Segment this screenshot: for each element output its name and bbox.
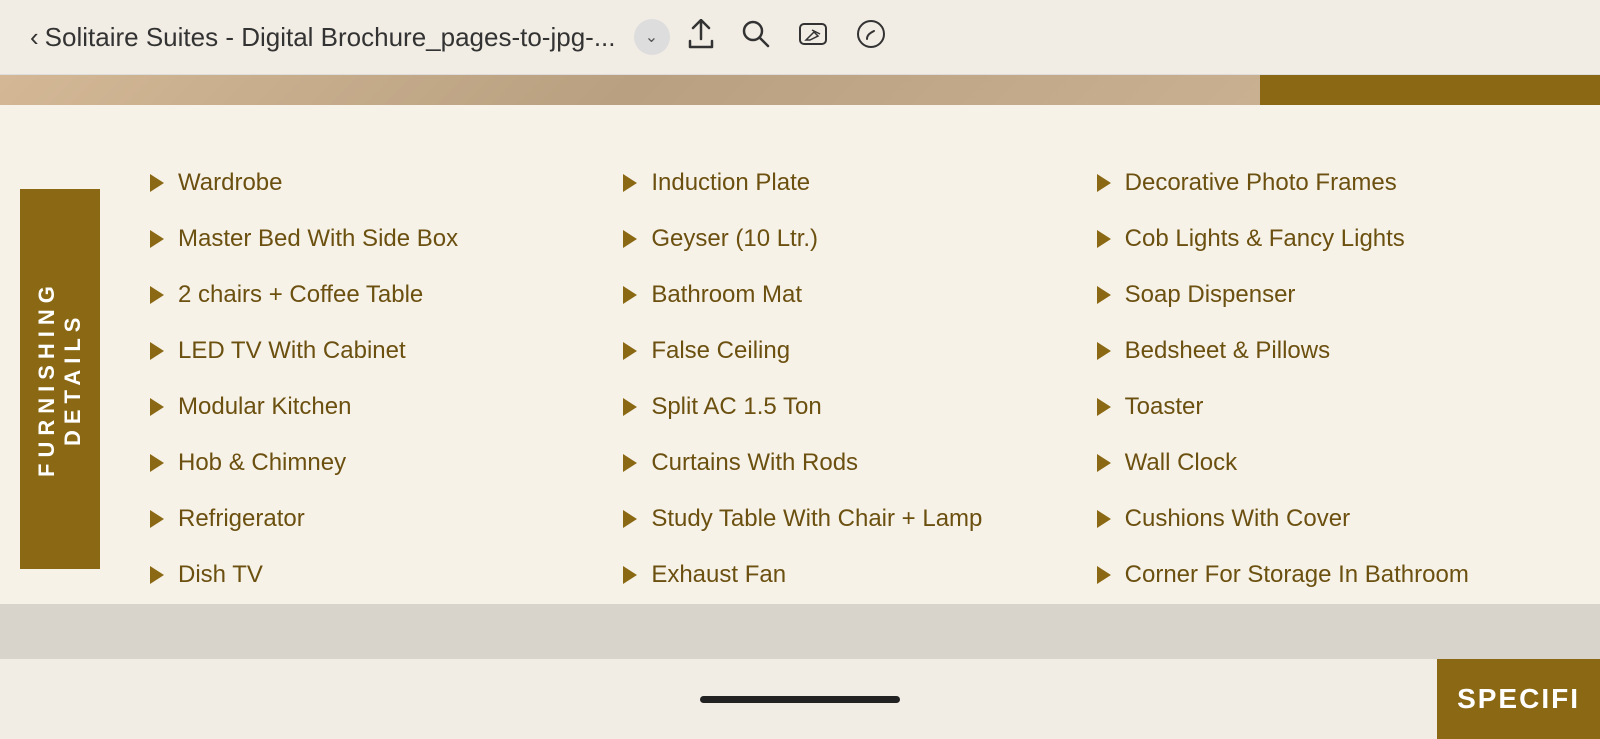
- item-label: Decorative Photo Frames: [1125, 169, 1397, 197]
- bullet-icon: [150, 510, 164, 528]
- item-label: Wardrobe: [178, 169, 282, 197]
- bullet-icon: [623, 286, 637, 304]
- bottom-divider-strip: [0, 604, 1600, 659]
- image-strip-right: [1260, 75, 1600, 105]
- bullet-icon: [623, 454, 637, 472]
- bullet-icon: [150, 286, 164, 304]
- image-strip: [0, 75, 1600, 105]
- furnishing-lists: Wardrobe Master Bed With Side Box 2 chai…: [130, 145, 1570, 613]
- bullet-icon: [1097, 342, 1111, 360]
- list-item: Wardrobe: [150, 155, 623, 211]
- list-item: Wall Clock: [1097, 435, 1570, 491]
- specifi-label: SPECIFI: [1457, 683, 1580, 715]
- item-label: Geyser (10 Ltr.): [651, 225, 818, 253]
- bullet-icon: [1097, 230, 1111, 248]
- item-label: Toaster: [1125, 393, 1204, 421]
- bullet-icon: [150, 566, 164, 584]
- list-item: Bedsheet & Pillows: [1097, 323, 1570, 379]
- search-icon[interactable]: [742, 20, 770, 55]
- list-item: Master Bed With Side Box: [150, 211, 623, 267]
- list-item: Split AC 1.5 Ton: [623, 379, 1096, 435]
- specifi-badge: SPECIFI: [1437, 659, 1600, 739]
- home-indicator: [700, 696, 900, 703]
- bullet-icon: [623, 174, 637, 192]
- item-label: Soap Dispenser: [1125, 281, 1296, 309]
- bullet-icon: [150, 174, 164, 192]
- item-label: Bedsheet & Pillows: [1125, 337, 1330, 365]
- list-item: Cushions With Cover: [1097, 491, 1570, 547]
- list-item: Corner For Storage In Bathroom: [1097, 547, 1570, 603]
- bullet-icon: [623, 398, 637, 416]
- browser-bar: ‹ Solitaire Suites - Digital Brochure_pa…: [0, 0, 1600, 75]
- item-label: Dish TV: [178, 561, 263, 589]
- list-item: 2 chairs + Coffee Table: [150, 267, 623, 323]
- list-item: Exhaust Fan: [623, 547, 1096, 603]
- share-icon[interactable]: [688, 19, 714, 56]
- list-column-3: Decorative Photo Frames Cob Lights & Fan…: [1097, 145, 1570, 613]
- bullet-icon: [623, 566, 637, 584]
- bullet-icon: [623, 510, 637, 528]
- bullet-icon: [150, 398, 164, 416]
- list-item: Geyser (10 Ltr.): [623, 211, 1096, 267]
- bullet-icon: [1097, 454, 1111, 472]
- back-chevron: ‹: [30, 22, 39, 53]
- bottom-bar: SPECIFI: [0, 659, 1600, 739]
- item-label: Split AC 1.5 Ton: [651, 393, 821, 421]
- bullet-icon: [150, 454, 164, 472]
- annotate-icon[interactable]: [856, 19, 886, 56]
- item-label: Refrigerator: [178, 505, 305, 533]
- item-label: Cushions With Cover: [1125, 505, 1350, 533]
- furnishing-details-label: FURNISHING DETAILS: [20, 189, 100, 569]
- list-item: Hob & Chimney: [150, 435, 623, 491]
- list-column-2: Induction Plate Geyser (10 Ltr.) Bathroo…: [623, 145, 1096, 613]
- item-label: Corner For Storage In Bathroom: [1125, 561, 1469, 589]
- chevron-down-icon: ⌄: [645, 27, 658, 47]
- bullet-icon: [1097, 286, 1111, 304]
- list-item: Bathroom Mat: [623, 267, 1096, 323]
- vertical-label-container: FURNISHING DETAILS: [0, 145, 120, 613]
- list-item: Refrigerator: [150, 491, 623, 547]
- main-content: FURNISHING DETAILS Wardrobe Master Bed W…: [0, 105, 1600, 643]
- item-label: Study Table With Chair + Lamp: [651, 505, 982, 533]
- list-item: Cob Lights & Fancy Lights: [1097, 211, 1570, 267]
- edit-icon[interactable]: [798, 20, 828, 55]
- item-label: Curtains With Rods: [651, 449, 858, 477]
- bullet-icon: [1097, 510, 1111, 528]
- item-label: LED TV With Cabinet: [178, 337, 406, 365]
- list-item: Soap Dispenser: [1097, 267, 1570, 323]
- item-label: Bathroom Mat: [651, 281, 802, 309]
- bullet-icon: [1097, 566, 1111, 584]
- list-item: Induction Plate: [623, 155, 1096, 211]
- bullet-icon: [1097, 398, 1111, 416]
- list-item: Dish TV: [150, 547, 623, 603]
- item-label: Hob & Chimney: [178, 449, 346, 477]
- bullet-icon: [1097, 174, 1111, 192]
- item-label: Induction Plate: [651, 169, 810, 197]
- item-label: Master Bed With Side Box: [178, 225, 458, 253]
- item-label: False Ceiling: [651, 337, 790, 365]
- bullet-icon: [150, 342, 164, 360]
- browser-icons: [688, 19, 886, 56]
- image-strip-left: [0, 75, 1260, 105]
- list-item: LED TV With Cabinet: [150, 323, 623, 379]
- tab-chevron-button[interactable]: ⌄: [634, 19, 670, 55]
- list-item: Study Table With Chair + Lamp: [623, 491, 1096, 547]
- item-label: 2 chairs + Coffee Table: [178, 281, 423, 309]
- list-item: Decorative Photo Frames: [1097, 155, 1570, 211]
- item-label: Cob Lights & Fancy Lights: [1125, 225, 1405, 253]
- list-item: Toaster: [1097, 379, 1570, 435]
- bullet-icon: [623, 230, 637, 248]
- bullet-icon: [623, 342, 637, 360]
- back-button[interactable]: ‹ Solitaire Suites - Digital Brochure_pa…: [30, 22, 616, 53]
- bullet-icon: [150, 230, 164, 248]
- list-item: False Ceiling: [623, 323, 1096, 379]
- item-label: Modular Kitchen: [178, 393, 351, 421]
- list-column-1: Wardrobe Master Bed With Side Box 2 chai…: [150, 145, 623, 613]
- item-label: Exhaust Fan: [651, 561, 786, 589]
- item-label: Wall Clock: [1125, 449, 1237, 477]
- list-item: Curtains With Rods: [623, 435, 1096, 491]
- list-item: Modular Kitchen: [150, 379, 623, 435]
- page-title: Solitaire Suites - Digital Brochure_page…: [45, 22, 616, 53]
